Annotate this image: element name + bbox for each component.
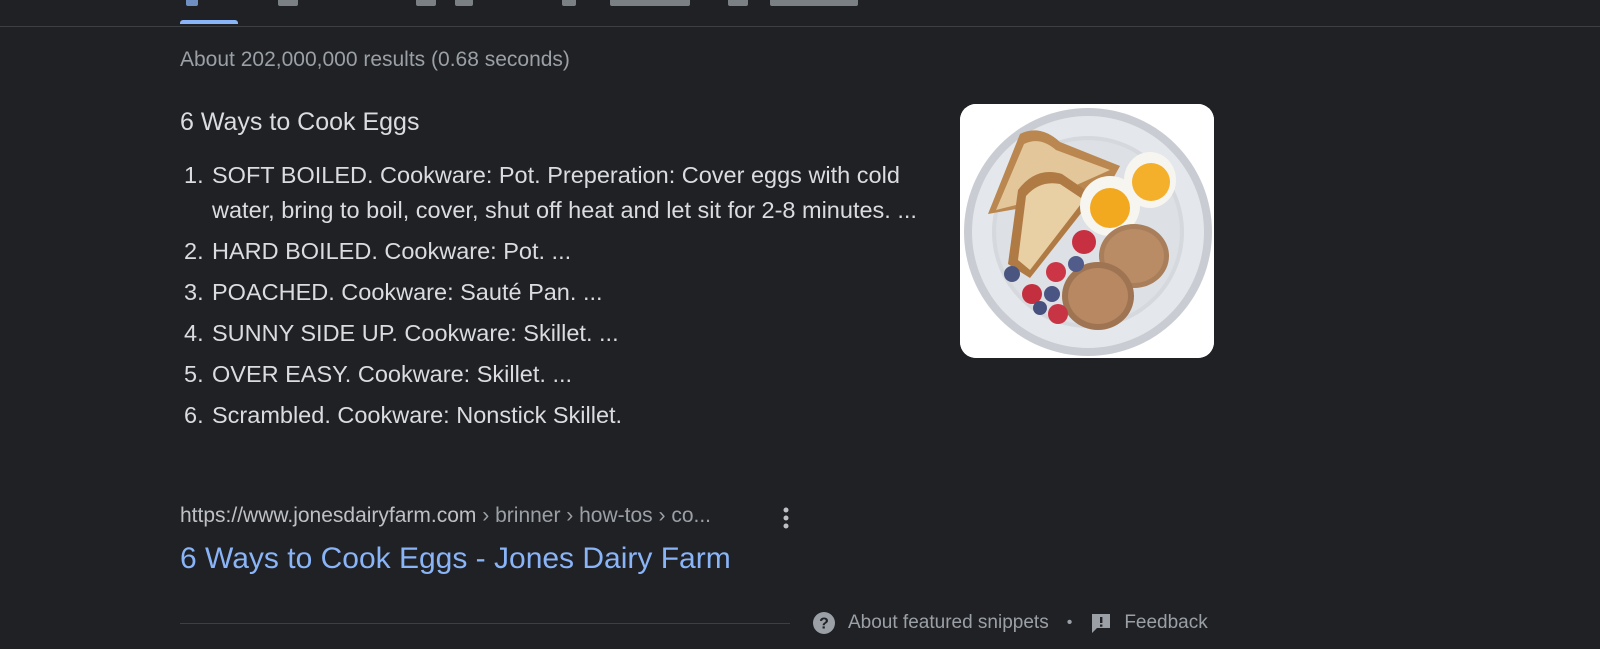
tab-icon[interactable]	[728, 0, 748, 6]
three-dots-vertical-icon	[783, 507, 789, 529]
result-url[interactable]: https://www.jonesdairyfarm.com	[180, 504, 476, 527]
feedback-icon	[1092, 614, 1111, 633]
svg-text:?: ?	[819, 616, 829, 633]
breakfast-plate-image[interactable]	[960, 104, 1214, 358]
tab-label-fragment[interactable]	[610, 0, 690, 6]
result-breadcrumbs: › brinner › how-tos › co...	[476, 504, 712, 527]
snippet-footer: ? About featured snippets • Feedback	[812, 608, 1208, 638]
active-tab-indicator	[180, 20, 238, 24]
list-item: 6. Scrambled. Cookware: Nonstick Skillet.	[180, 398, 920, 433]
tab-label-fragment[interactable]	[455, 0, 473, 6]
divider	[180, 623, 790, 624]
featured-snippet-heading: 6 Ways to Cook Eggs	[180, 108, 420, 136]
list-item-number: 5.	[184, 361, 204, 387]
feedback-label: Feedback	[1124, 612, 1208, 633]
list-item-number: 3.	[184, 279, 204, 305]
list-item-text: SOFT BOILED. Cookware: Pot. Preperation:…	[212, 162, 917, 223]
list-item: 1. SOFT BOILED. Cookware: Pot. Preperatio…	[180, 158, 920, 228]
result-stats: About 202,000,000 results (0.68 seconds)	[180, 48, 570, 71]
list-item: 4. SUNNY SIDE UP. Cookware: Skillet. ...	[180, 316, 920, 351]
plate-illustration	[960, 104, 1214, 358]
tab-icon[interactable]	[278, 0, 298, 6]
tab-icon[interactable]	[416, 0, 436, 6]
list-item: 2. HARD BOILED. Cookware: Pot. ...	[180, 234, 920, 269]
about-featured-snippets-link[interactable]: ? About featured snippets	[812, 611, 1049, 635]
result-source[interactable]: https://www.jonesdairyfarm.com › brinner…	[180, 504, 711, 528]
list-item: 3. POACHED. Cookware: Sauté Pan. ...	[180, 275, 920, 310]
tab-label-fragment[interactable]	[770, 0, 858, 6]
more-options-icon[interactable]	[774, 504, 798, 532]
list-item-text: OVER EASY. Cookware: Skillet. ...	[212, 361, 573, 387]
featured-snippet-list: 1. SOFT BOILED. Cookware: Pot. Preperatio…	[180, 158, 920, 439]
about-featured-snippets-label: About featured snippets	[848, 612, 1049, 633]
list-item-number: 4.	[184, 320, 204, 346]
list-item-text: Scrambled. Cookware: Nonstick Skillet.	[212, 402, 623, 428]
list-item-number: 6.	[184, 402, 204, 428]
search-tab-icon[interactable]	[186, 0, 198, 6]
tab-icon[interactable]	[562, 0, 576, 6]
list-item-number: 2.	[184, 238, 204, 264]
list-item-text: POACHED. Cookware: Sauté Pan. ...	[212, 279, 603, 305]
list-item-number: 1.	[184, 162, 204, 188]
footer-separator: •	[1066, 614, 1073, 631]
search-tabs-bar	[0, 0, 1600, 27]
list-item-text: HARD BOILED. Cookware: Pot. ...	[212, 238, 572, 264]
list-item-text: SUNNY SIDE UP. Cookware: Skillet. ...	[212, 320, 619, 346]
result-title-link[interactable]: 6 Ways to Cook Eggs - Jones Dairy Farm	[180, 542, 731, 576]
search-results-page: About 202,000,000 results (0.68 seconds)…	[0, 0, 1600, 649]
list-item: 5. OVER EASY. Cookware: Skillet. ...	[180, 357, 920, 392]
help-circle-icon: ?	[813, 612, 835, 634]
feedback-link[interactable]: Feedback	[1090, 612, 1208, 634]
